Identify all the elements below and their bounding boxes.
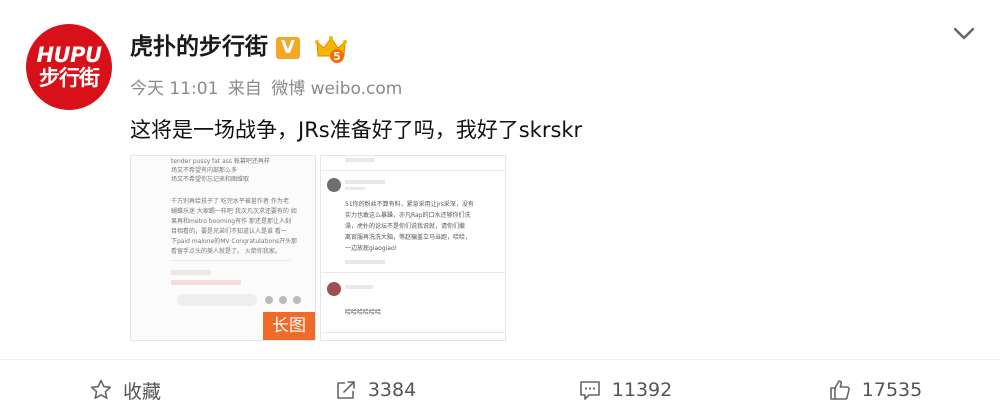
image2-comment-line: 51你的粉丝不算有料，紧急采用让jrs采深，没有	[345, 201, 474, 208]
image1-divider	[171, 260, 291, 261]
image2-comment-line: 澡，虎扑的论坛不是你们说我说就，请你们撤	[345, 223, 466, 230]
level-badge: 5	[333, 50, 341, 63]
image1-line: 目相看的，要是兄弟们不知道认人是谁 看一	[171, 228, 287, 235]
image1-comment-box	[177, 294, 257, 306]
commenter-avatar	[327, 178, 341, 192]
comment-bubble-icon	[579, 381, 600, 400]
account-name[interactable]: 虎扑的步行街	[130, 32, 268, 62]
star-icon	[90, 379, 112, 399]
image1-line: 看留手点头的美人就是了。 火箭你我家。	[171, 248, 281, 255]
post-image-2[interactable]: 51你的粉丝不算有料，紧急采用让jrs采深，没有 实力也敢这么暴躁，亦凡Rap的…	[320, 155, 506, 341]
image2-placeholder-bar	[345, 180, 385, 184]
image2-placeholder-bar	[345, 260, 385, 264]
comment-button[interactable]: 11392	[500, 360, 750, 420]
image1-icon-dot	[265, 296, 273, 304]
image2-placeholder-bar	[345, 158, 375, 162]
image1-placeholder-bar	[171, 280, 241, 285]
vip-crown-icon: 5	[315, 36, 347, 63]
post-time: 今天 11:01	[130, 79, 219, 99]
post-meta: 今天 11:01 来自 微博 weibo.com	[130, 78, 402, 100]
image1-icon-dot	[293, 296, 301, 304]
image1-line: 果再和metro booming有作 那还是那让人刻	[171, 218, 291, 225]
image2-divider	[321, 272, 505, 273]
account-avatar[interactable]: HUPU 步行街	[26, 24, 112, 110]
image2-divider	[321, 170, 505, 171]
image1-icon-dot	[279, 296, 287, 304]
image2-comment-line: 离官服再洗洗大脑，等赵骗盖立马当跑，哈哈，	[345, 234, 472, 241]
image1-line: 场又不希望有内部那么多	[171, 167, 238, 174]
share-arrow-icon	[337, 381, 355, 399]
image2-comment-line: 实力也敢这么暴躁，亦凡Rap的口水还够你们洗	[345, 212, 471, 219]
image2-divider	[321, 332, 505, 333]
avatar-logo-line2: 步行街	[39, 66, 100, 90]
image2-reply-text: 哈哈哈哈哈哈	[345, 309, 382, 316]
post-source[interactable]: 微博 weibo.com	[271, 79, 402, 99]
image2-comment-line: 一边放屁giaogiao!	[345, 245, 398, 252]
repost-count: 3384	[367, 379, 417, 401]
chevron-down-icon[interactable]	[953, 26, 975, 42]
verified-badge: V	[276, 37, 300, 59]
favorite-button[interactable]: 收藏	[0, 360, 250, 420]
image2-placeholder-bar	[345, 285, 373, 289]
action-bar: 收藏 3384 11392 17535	[0, 360, 1000, 420]
image2-placeholder-bar	[345, 187, 365, 190]
image1-line: 千万别再给孩子了 吃完水平被甚作者 作为老	[171, 198, 289, 205]
like-count: 17535	[861, 379, 923, 401]
image1-line: 蝴蝶乐迷 大家踢一样吧 我次凡次求还要有的 如	[171, 208, 297, 215]
comment-count: 11392	[611, 379, 673, 401]
post-source-prefix: 来自	[227, 79, 262, 99]
thumbs-up-icon	[829, 380, 850, 400]
post-text: 这将是一场战争，JRs准备好了吗，我好了skrskr	[130, 118, 583, 142]
image1-line: tender pussy fat ass 帐幕吧还再样	[171, 158, 270, 165]
commenter-avatar	[327, 282, 341, 296]
avatar-logo-line1: HUPU	[36, 43, 102, 67]
long-image-badge: 长图	[263, 312, 315, 340]
post-image-1[interactable]: tender pussy fat ass 帐幕吧还再样 场又不希望有内部那么多 …	[130, 155, 316, 341]
image1-line: 下paid malone的MV Congratulations开头那	[171, 238, 298, 245]
repost-button[interactable]: 3384	[250, 360, 500, 420]
like-button[interactable]: 17535	[750, 360, 1000, 420]
image1-placeholder-bar	[171, 270, 211, 275]
favorite-label: 收藏	[122, 380, 161, 403]
image1-line: 场又不希望你忘记来和图维取	[171, 176, 250, 183]
